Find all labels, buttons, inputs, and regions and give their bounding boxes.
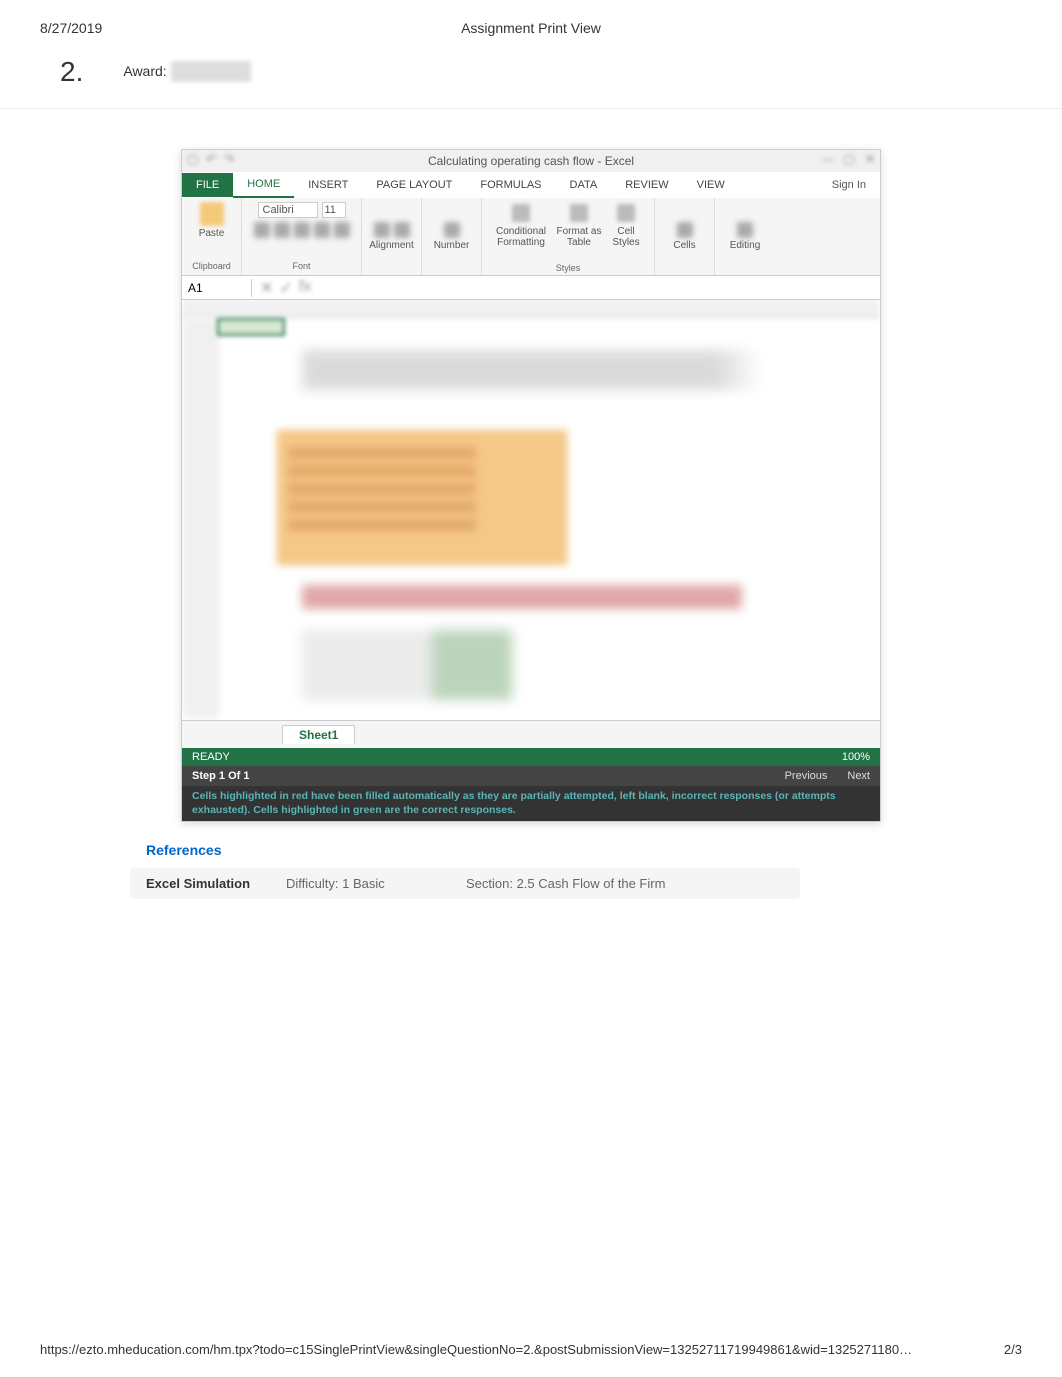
signin-link[interactable]: Sign In: [818, 173, 880, 197]
award-value-blurred: xxxxx: [171, 61, 251, 82]
alignment-label: Alignment: [369, 240, 413, 251]
sheet-tab-sheet1[interactable]: Sheet1: [282, 725, 355, 744]
zoom-level[interactable]: 100%: [842, 751, 870, 763]
meta-section: Section: 2.5 Cash Flow of the Firm: [466, 876, 665, 891]
step-label: Step 1 Of 1: [192, 770, 249, 782]
header-date: 8/27/2019: [40, 20, 102, 36]
blurred-instruction-row: [302, 585, 742, 609]
step-bar: Step 1 Of 1 Previous Next: [182, 766, 880, 786]
blurred-answer-box: [302, 630, 552, 700]
cells-label: Cells: [673, 240, 695, 251]
conditional-formatting-label: Conditional Formatting: [494, 226, 548, 248]
formula-bar-row: A1 ✕✓fx: [182, 276, 880, 300]
font-style-icons[interactable]: [254, 222, 350, 238]
paste-label: Paste: [187, 228, 237, 239]
footer-url: https://ezto.mheducation.com/hm.tpx?todo…: [40, 1342, 912, 1357]
meta-type: Excel Simulation: [146, 876, 286, 891]
tab-home[interactable]: HOME: [233, 172, 294, 198]
formula-bar-icons[interactable]: ✕✓fx: [252, 278, 319, 298]
tab-view[interactable]: VIEW: [683, 173, 739, 197]
meta-difficulty: Difficulty: 1 Basic: [286, 876, 466, 891]
previous-button[interactable]: Previous: [785, 770, 828, 782]
editing-icons[interactable]: [737, 222, 753, 238]
tab-data[interactable]: DATA: [556, 173, 612, 197]
alignment-icons[interactable]: [374, 222, 410, 238]
styles-group-label: Styles: [556, 263, 581, 273]
header-title: Assignment Print View: [461, 20, 601, 36]
quick-access-toolbar[interactable]: ▢↶↷: [187, 152, 234, 166]
ribbon-tabs: FILE HOME INSERT PAGE LAYOUT FORMULAS DA…: [182, 172, 880, 198]
ribbon-content: Paste Clipboard Calibri 11 Font Alignmen…: [182, 198, 880, 276]
excel-status-bar: READY 100%: [182, 748, 880, 766]
name-box[interactable]: A1: [182, 279, 252, 297]
next-button[interactable]: Next: [847, 770, 870, 782]
tab-review[interactable]: REVIEW: [611, 173, 682, 197]
status-ready: READY: [192, 751, 230, 763]
format-as-table-icon[interactable]: [570, 204, 588, 222]
tab-file[interactable]: FILE: [182, 173, 233, 197]
row-headers[interactable]: [182, 318, 217, 718]
paste-icon[interactable]: [200, 202, 224, 226]
hint-message: Cells highlighted in red have been fille…: [182, 786, 880, 821]
question-header: 2. Award: xxxxx: [0, 46, 1062, 109]
number-label: Number: [434, 240, 470, 251]
footer-page-number: 2/3: [1004, 1342, 1022, 1357]
cells-icons[interactable]: [677, 222, 693, 238]
font-size-select[interactable]: 11: [322, 202, 346, 218]
number-icons[interactable]: [444, 222, 460, 238]
excel-window-title: Calculating operating cash flow - Excel: [428, 154, 634, 168]
page-footer: https://ezto.mheducation.com/hm.tpx?todo…: [40, 1342, 1022, 1357]
blurred-data-box: [277, 430, 567, 565]
column-headers[interactable]: [182, 300, 880, 318]
editing-label: Editing: [730, 240, 761, 251]
tab-insert[interactable]: INSERT: [294, 173, 362, 197]
metadata-row: Excel Simulation Difficulty: 1 Basic Sec…: [130, 868, 800, 899]
award-label: Award:: [123, 63, 166, 79]
cell-styles-label: Cell Styles: [610, 226, 642, 248]
format-as-table-label: Format as Table: [556, 226, 602, 248]
font-name-select[interactable]: Calibri: [258, 202, 318, 218]
window-controls[interactable]: —▢✕: [822, 152, 875, 166]
cell-styles-icon[interactable]: [617, 204, 635, 222]
references-link[interactable]: References: [146, 842, 1062, 858]
excel-titlebar: ▢↶↷ Calculating operating cash flow - Ex…: [182, 150, 880, 172]
sheet-tab-bar: Sheet1: [182, 720, 880, 748]
clipboard-group-label: Clipboard: [192, 261, 231, 271]
spreadsheet-area[interactable]: [182, 300, 880, 720]
tab-page-layout[interactable]: PAGE LAYOUT: [362, 173, 466, 197]
selected-cell-a1[interactable]: [217, 318, 285, 336]
font-group-label: Font: [292, 261, 310, 271]
excel-window: ▢↶↷ Calculating operating cash flow - Ex…: [181, 149, 881, 822]
question-number: 2.: [60, 56, 83, 88]
blurred-content-title: [302, 350, 762, 390]
conditional-formatting-icon[interactable]: [512, 204, 530, 222]
tab-formulas[interactable]: FORMULAS: [466, 173, 555, 197]
